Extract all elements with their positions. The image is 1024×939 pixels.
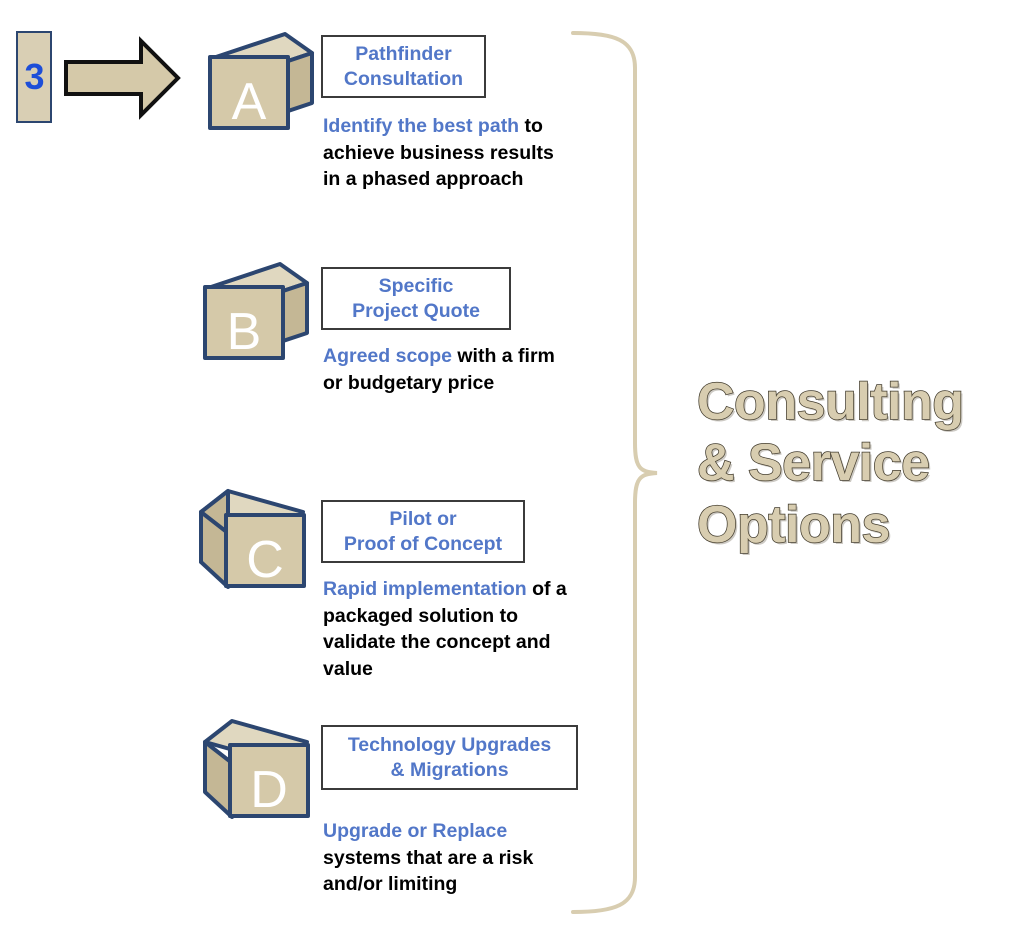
cube-letter-b: B [227, 303, 262, 361]
title-text-b: Specific Project Quote [352, 274, 480, 322]
title-text-c: Pilot or Proof of Concept [343, 507, 503, 555]
description-lead-b: Agreed scope [323, 345, 452, 367]
right-block-arrow-icon [63, 36, 181, 120]
title-text-d: Technology Upgrades & Migrations [347, 733, 552, 781]
description-lead-d: Upgrade or Replace [323, 820, 508, 842]
cube-c: C [196, 488, 308, 590]
step-number-badge: 3 [16, 31, 52, 123]
grouping-brace-icon [560, 20, 660, 925]
diagram-canvas: 3 A Pathfinder Consultation Identify the… [0, 0, 1024, 939]
group-heading: Consulting & Service Options [696, 372, 965, 554]
title-box-c: Pilot or Proof of Concept [321, 500, 525, 563]
cube-b: B [200, 261, 310, 361]
description-rest-d: systems that are a risk and/or limiting [323, 846, 534, 896]
description-lead-c: Rapid implementation [323, 578, 527, 600]
title-box-b: Specific Project Quote [321, 267, 511, 330]
description-a: Identify the best path to achieve busine… [323, 113, 563, 193]
cube-a: A [205, 31, 315, 131]
title-text-a: Pathfinder Consultation [343, 42, 464, 90]
cube-letter-d: D [250, 761, 288, 819]
step-number-label: 3 [24, 56, 44, 97]
cube-letter-a: A [232, 73, 267, 131]
description-lead-a: Identify the best path [323, 115, 520, 137]
description-b: Agreed scope with a firm or budgetary pr… [323, 343, 563, 396]
title-box-d: Technology Upgrades & Migrations [321, 725, 578, 790]
cube-d: D [200, 718, 312, 820]
cube-letter-c: C [246, 531, 284, 589]
description-c: Rapid implementation of a packaged solut… [323, 576, 573, 682]
title-box-a: Pathfinder Consultation [321, 35, 486, 98]
description-d: Upgrade or Replace systems that are a ri… [323, 818, 563, 898]
